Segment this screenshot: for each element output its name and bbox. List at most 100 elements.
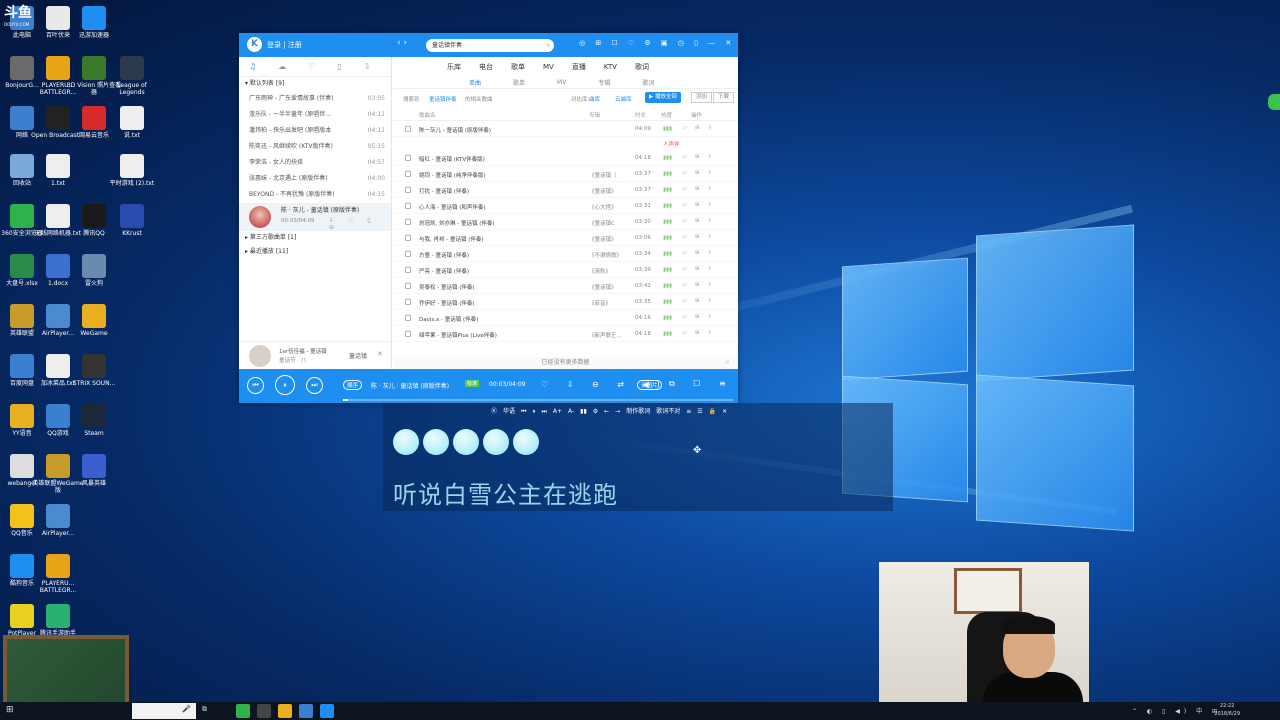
playlist-item[interactable]: 张惠妹 - 北京遇上 (原版伴奏) 04:00: [239, 171, 391, 187]
lyric-tool[interactable]: ▮▮: [580, 408, 587, 415]
cloud-icon[interactable]: ☁: [278, 62, 286, 71]
progress-bar[interactable]: [343, 399, 733, 401]
album-name[interactable]: 《新声歌王...: [589, 331, 622, 339]
playlist-item[interactable]: 李荣浩 - 女人的抉择 04:57: [239, 155, 391, 171]
table-row[interactable]: 绿苹果 - 童话镇Plus (Live伴奏) 《新声歌王... 04:18 ▮▮▮ ▷ …: [393, 326, 738, 342]
playlist-item[interactable]: BEYOND - 不再犹豫 (原版伴奏) 04:15: [239, 187, 391, 203]
window-tools[interactable]: ◎ ⊞ ☐ ♡ ⚙ ▣ ◷ ▯ — ✕: [579, 39, 735, 47]
third-party-list[interactable]: ▸ 第三方歌曲单 [1]: [239, 231, 391, 245]
window-icons[interactable]: ⧉ ☐ ≡: [669, 379, 734, 389]
lyric-tool[interactable]: A-: [568, 408, 574, 415]
recommend-card[interactable]: 1er伍佳福 - 童话镇 童话节 · 八 童话镇 ✕: [239, 341, 392, 369]
desktop-icon[interactable]: 雷火狗: [66, 252, 122, 300]
desktop-icon[interactable]: 说.txt: [104, 104, 160, 152]
row-checkbox[interactable]: [405, 267, 411, 273]
desktop-icon[interactable]: STRIX SOUN...: [66, 352, 122, 400]
music-note-icon[interactable]: ♫: [249, 62, 256, 71]
lyric-tool[interactable]: A+: [553, 408, 562, 415]
tab-KTV[interactable]: KTV: [604, 63, 617, 71]
lyric-tool[interactable]: ←: [604, 408, 609, 415]
filter-option[interactable]: 曲库: [589, 95, 600, 103]
row-checkbox[interactable]: [405, 283, 411, 289]
desktop-icon[interactable]: 迅游加速器: [66, 4, 122, 52]
previous-icon[interactable]: ⏮: [247, 377, 264, 394]
row-ops-icons[interactable]: ▷ ⊞ ⇩: [683, 218, 715, 224]
album-name[interactable]: 《心大怪》: [589, 203, 617, 211]
move-icon[interactable]: ✥: [693, 445, 701, 456]
col-album[interactable]: 专辑: [589, 111, 600, 119]
lyric-tool[interactable]: ⚙: [593, 408, 598, 415]
row-checkbox[interactable]: [405, 203, 411, 209]
lyric-tool[interactable]: Ⓚ: [491, 408, 497, 415]
lyric-tool[interactable]: ✕: [722, 408, 727, 415]
kugou-logo-icon[interactable]: K: [247, 37, 262, 52]
playlist-item[interactable]: 广东雨神 - 广东爱情故事 (伴奏) 03:05: [239, 91, 391, 107]
desktop-icon[interactable]: PLAYERU... BATTLEGR...: [30, 552, 86, 600]
desktop-icon[interactable]: KKrust: [104, 202, 160, 250]
microphone-icon[interactable]: 🎤: [182, 705, 191, 713]
album-name[interactable]: 《不谢情歌》: [589, 251, 622, 259]
row-ops-icons[interactable]: ▷ ⊞ ⇩: [683, 154, 715, 160]
lyric-tool[interactable]: 华语: [503, 408, 515, 415]
search-icon[interactable]: ⌕: [547, 39, 550, 52]
playlist-item[interactable]: 渣乐队 - 一半半童年 (原唱伴... 04:11: [239, 107, 391, 123]
row-checkbox[interactable]: [405, 187, 411, 193]
taskbar-app-icon[interactable]: [320, 704, 334, 718]
row-ops-icons[interactable]: ▷ ⊞ ⇩: [683, 125, 715, 131]
album-name[interactable]: 《童话镇》: [589, 187, 617, 195]
taskbar-app-icon[interactable]: [257, 704, 271, 718]
row-checkbox[interactable]: [405, 315, 411, 321]
pause-icon[interactable]: ⏸: [275, 375, 295, 395]
playlist-item[interactable]: 陈奕迅 - 风继续吹 (KTV版伴奏) 05:15: [239, 139, 391, 155]
album-name[interactable]: 《菲音》: [589, 299, 611, 307]
next-icon[interactable]: ⏭: [306, 377, 323, 394]
tab-电台[interactable]: 电台: [479, 62, 493, 72]
login-link[interactable]: 登录 | 注册: [267, 40, 302, 50]
lyric-tool[interactable]: ⏭: [541, 408, 546, 415]
row-checkbox[interactable]: [405, 126, 411, 132]
download-icon[interactable]: ⇩: [364, 62, 371, 71]
table-row[interactable]: 吴泰权 - 童话镇 (伴奏) 《童话镇》 03:42 ▮▮▮ ▷ ⊞ ⇩: [393, 278, 738, 294]
taskbar-app-icon[interactable]: [236, 704, 250, 718]
table-row[interactable]: 暗杠 - 童话镇 (KTV伴奏版) 04:18 ▮▮▮ ▷ ⊞ ⇩: [393, 150, 738, 166]
row-checkbox[interactable]: [405, 251, 411, 257]
close-icon[interactable]: ✕: [725, 357, 730, 369]
lyric-tool[interactable]: ≡: [686, 408, 691, 415]
lyric-tool[interactable]: 制作歌词: [626, 408, 650, 415]
subtab-专辑[interactable]: 专辑: [598, 78, 610, 87]
album-name[interactable]: 《童话镇》: [589, 235, 617, 243]
table-row[interactable]: 方童 - 童话镇 (伴奏) 《不谢情歌》 03:34 ▮▮▮ ▷ ⊞ ⇩: [393, 246, 738, 262]
album-name[interactable]: 《清秋》: [589, 267, 611, 275]
row-ops-icons[interactable]: ▷ ⊞ ⇩: [683, 250, 715, 256]
tab-乐库[interactable]: 乐库: [447, 62, 461, 72]
row-ops-icons[interactable]: ▷ ⊞ ⇩: [683, 298, 715, 304]
row-ops-icons[interactable]: ▷ ⊞ ⇩: [683, 202, 715, 208]
play-mode-button[interactable]: 顺序: [343, 380, 363, 390]
row-checkbox[interactable]: [405, 235, 411, 241]
lyric-tool[interactable]: ⏮: [521, 408, 526, 415]
table-row[interactable]: 陈一灰儿 - 童话镇 (原版伴奏) 04:09 ▮▮▮ ▷ ⊞ ⇩: [393, 121, 738, 137]
row-action-icons[interactable]: ⇩ ♡ ▯ ⊖: [329, 217, 391, 231]
desktop-icon[interactable]: 风暴英雄: [66, 452, 122, 500]
col-name[interactable]: 歌曲名: [419, 111, 436, 119]
download-button[interactable]: 下载: [713, 92, 735, 103]
extra-tag[interactable]: 人声伴: [663, 140, 680, 148]
col-duration[interactable]: 时长: [635, 111, 646, 119]
table-row[interactable]: 严亮 - 童话镇 (伴奏) 《清秋》 03:39 ▮▮▮ ▷ ⊞ ⇩: [393, 262, 738, 278]
lyric-tool[interactable]: 歌词不对: [656, 408, 680, 415]
playlist-item[interactable]: 潘玮柏 - 快乐出发吧 (原唱版本 04:11: [239, 123, 391, 139]
desktop-icon[interactable]: AirPlayer...: [30, 502, 86, 550]
table-row[interactable]: 与我, 肖邦 - 童话镇 (伴奏) 《童话镇》 03:06 ▮▮▮ ▷ ⊞ ⇩: [393, 230, 738, 246]
desktop-icon[interactable]: WeGame: [66, 302, 122, 350]
lyric-tool[interactable]: ☰: [697, 408, 702, 415]
row-ops-icons[interactable]: ▷ ⊞ ⇩: [683, 266, 715, 272]
row-ops-icons[interactable]: ▷ ⊞ ⇩: [683, 186, 715, 192]
heart-icon[interactable]: ♡: [308, 62, 315, 71]
taskbar-app-icon[interactable]: [278, 704, 292, 718]
back-forward-icon[interactable]: ‹ ›: [397, 38, 407, 48]
row-checkbox[interactable]: [405, 171, 411, 177]
lyric-tool[interactable]: 🔒: [709, 408, 716, 415]
default-list-header[interactable]: ▾ 默认列表 [9]: [239, 77, 391, 91]
desktop-icon[interactable]: 平时游戏 (2).txt: [104, 152, 160, 200]
col-hot[interactable]: 热度: [661, 111, 672, 119]
